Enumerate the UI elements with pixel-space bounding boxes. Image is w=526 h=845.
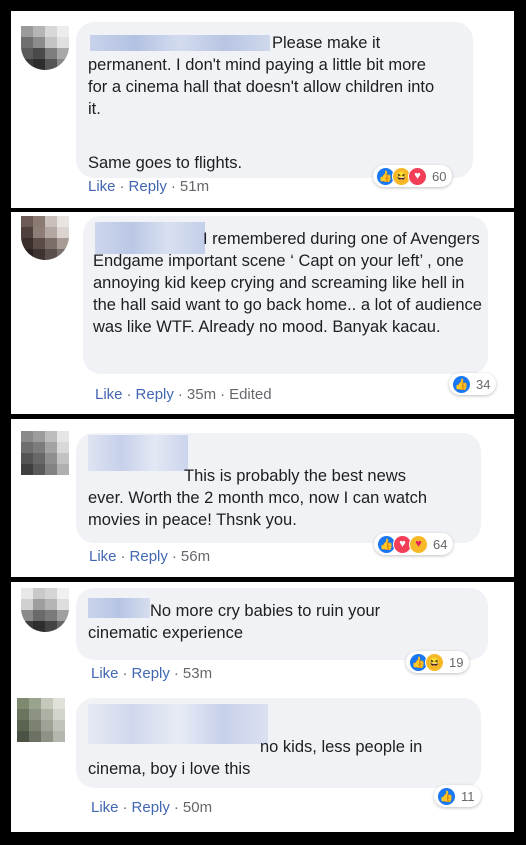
comment-bubble: This is probably the best news ever. Wor… <box>76 433 481 543</box>
like-link[interactable]: Like <box>91 799 119 816</box>
haha-icon: 😆 <box>425 652 444 672</box>
care-icon: ♥ <box>409 534 428 554</box>
reaction-summary[interactable]: 👍 ♥ ♥ 64 <box>374 533 454 555</box>
comment-text: I remembered during one of Avengers Endg… <box>93 230 487 336</box>
comment-actions: Like · Reply · 35m · Edited <box>95 386 272 403</box>
comment-text: Please make it permanent. I don't mind p… <box>88 34 439 118</box>
reply-link[interactable]: Reply <box>136 386 174 403</box>
avatar[interactable] <box>17 698 65 742</box>
comment-bubble: No more cry babies to ruin your cinemati… <box>76 588 488 660</box>
comment-text: no kids, less people in cinema, boy i lo… <box>88 738 427 778</box>
avatar[interactable] <box>21 431 69 475</box>
comment-actions: Like · Reply · 53m <box>91 665 213 682</box>
like-icon: 👍 <box>437 786 456 806</box>
reaction-count: 19 <box>449 654 464 670</box>
reaction-summary[interactable]: 👍 11 <box>434 785 481 807</box>
timestamp[interactable]: 53m <box>183 665 212 682</box>
comment-panel-1: Please make it permanent. I don't mind p… <box>11 11 514 208</box>
comment-panel-4: No more cry babies to ruin your cinemati… <box>11 582 514 832</box>
comment-panel-3: This is probably the best news ever. Wor… <box>11 419 514 577</box>
like-link[interactable]: Like <box>95 386 123 403</box>
comment-bubble: Please make it permanent. I don't mind p… <box>76 22 473 178</box>
reaction-count: 64 <box>433 536 448 552</box>
like-link[interactable]: Like <box>91 665 119 682</box>
timestamp[interactable]: 35m <box>187 386 216 403</box>
like-icon: 👍 <box>452 374 471 394</box>
reaction-count: 11 <box>461 788 475 804</box>
reply-link[interactable]: Reply <box>130 548 168 565</box>
comment-bubble: I remembered during one of Avengers Endg… <box>83 216 488 374</box>
comment-actions: Like · Reply · 50m <box>91 799 213 816</box>
timestamp[interactable]: 56m <box>181 548 210 565</box>
reaction-summary[interactable]: 👍 😆 ♥ 60 <box>373 165 453 187</box>
reply-link[interactable]: Reply <box>129 178 167 195</box>
edited-label[interactable]: Edited <box>229 386 272 403</box>
comment-actions: Like · Reply · 51m <box>88 178 210 195</box>
like-link[interactable]: Like <box>89 548 117 565</box>
avatar[interactable] <box>21 588 69 632</box>
love-icon: ♥ <box>408 166 427 186</box>
comment-text: This is probably the best news ever. Wor… <box>88 467 432 529</box>
reaction-summary[interactable]: 👍 34 <box>449 373 497 395</box>
reaction-count: 60 <box>432 168 447 184</box>
reaction-count: 34 <box>476 376 491 392</box>
comment-bubble: no kids, less people in cinema, boy i lo… <box>76 698 481 788</box>
like-link[interactable]: Like <box>88 178 116 195</box>
avatar[interactable] <box>21 26 69 70</box>
timestamp[interactable]: 51m <box>180 178 209 195</box>
timestamp[interactable]: 50m <box>183 799 212 816</box>
comment-text: No more cry babies to ruin your cinemati… <box>88 602 385 642</box>
comment-actions: Like · Reply · 56m <box>89 548 211 565</box>
reaction-summary[interactable]: 👍 😆 19 <box>406 651 470 673</box>
reply-link[interactable]: Reply <box>132 799 170 816</box>
comment-panel-2: I remembered during one of Avengers Endg… <box>11 212 514 414</box>
avatar[interactable] <box>21 216 69 260</box>
reply-link[interactable]: Reply <box>132 665 170 682</box>
